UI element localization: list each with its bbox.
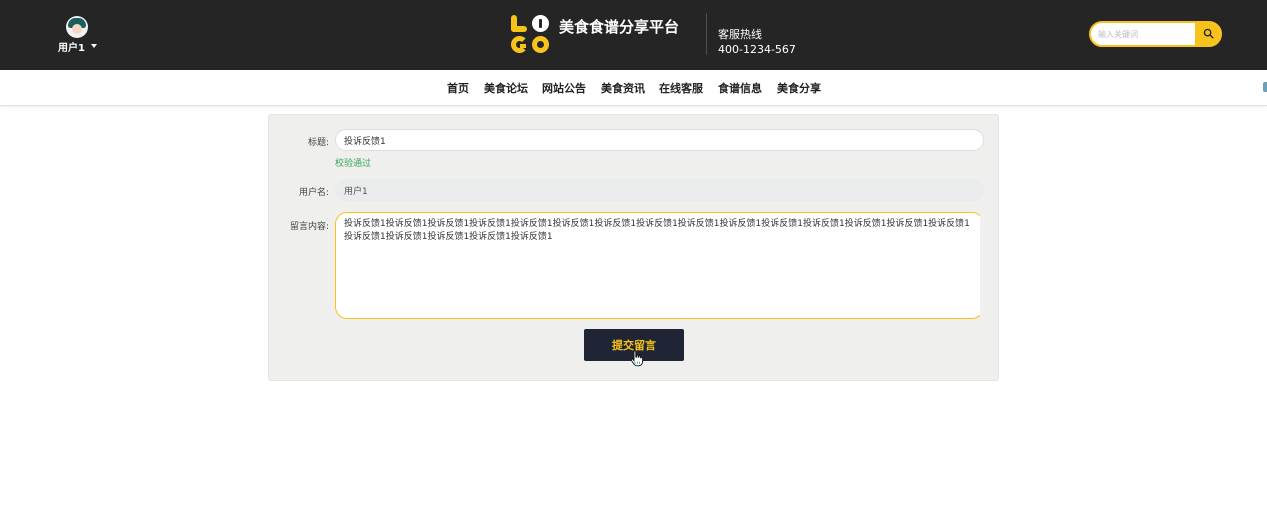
- nav-item-notice[interactable]: 网站公告: [542, 80, 586, 96]
- chevron-down-icon: [91, 44, 97, 48]
- message-form: 标题: 校验通过 用户名: 留言内容: 投诉反馈1投诉反馈1投诉反馈1投诉反馈1…: [268, 114, 999, 381]
- search-box: [1089, 21, 1222, 47]
- nav-item-news[interactable]: 美食资讯: [601, 80, 645, 96]
- textarea-scrollbar[interactable]: [980, 214, 984, 318]
- site-header: 用户1 美食食谱分享平台 客服热线 400-1234-567: [0, 0, 1267, 70]
- hotline-label: 客服热线: [718, 28, 762, 41]
- content-label: 留言内容:: [289, 222, 329, 232]
- title-input[interactable]: [335, 129, 984, 151]
- nav-item-support[interactable]: 在线客服: [659, 80, 703, 96]
- user-name: 用户1: [58, 43, 85, 54]
- search-button[interactable]: [1195, 23, 1220, 45]
- avatar-icon: [66, 16, 88, 38]
- hotline-number: 400-1234-567: [718, 43, 796, 56]
- nav-item-share[interactable]: 美食分享: [777, 80, 821, 96]
- nav-item-home[interactable]: 首页: [447, 80, 469, 96]
- site-title: 美食食谱分享平台: [559, 18, 680, 36]
- search-icon: [1203, 28, 1214, 39]
- search-input[interactable]: [1091, 23, 1195, 45]
- nav-item-recipes[interactable]: 食谱信息: [718, 80, 762, 96]
- title-label: 标题:: [307, 138, 329, 148]
- nav-item-forum[interactable]: 美食论坛: [484, 80, 528, 96]
- side-tab[interactable]: [1263, 82, 1267, 92]
- main-nav: 首页 美食论坛 网站公告 美食资讯 在线客服 食谱信息 美食分享: [0, 70, 1267, 106]
- content-textarea[interactable]: 投诉反馈1投诉反馈1投诉反馈1投诉反馈1投诉反馈1投诉反馈1投诉反馈1投诉反馈1…: [335, 212, 984, 319]
- header-divider: [706, 13, 707, 55]
- title-validation: 校验通过: [335, 159, 372, 169]
- site-logo: [511, 15, 551, 55]
- username-label: 用户名:: [298, 188, 329, 198]
- user-menu[interactable]: 用户1: [56, 16, 100, 54]
- hand-cursor-icon: [630, 350, 644, 367]
- username-input[interactable]: [335, 179, 984, 201]
